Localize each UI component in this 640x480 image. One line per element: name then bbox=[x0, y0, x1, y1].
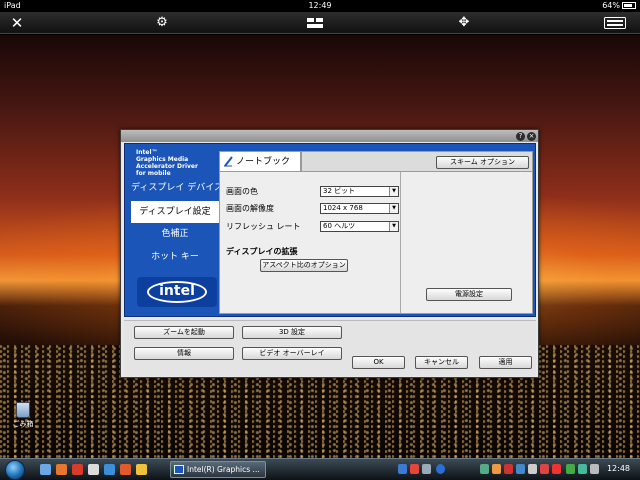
brand-line: Accelerator Driver bbox=[136, 163, 198, 170]
display-icon[interactable] bbox=[306, 15, 324, 31]
dialog-title-bar[interactable]: ? × bbox=[121, 130, 538, 142]
help-icon[interactable]: ? bbox=[516, 132, 525, 141]
intel-graphics-dialog: ? × Intel™ Graphics Media Accelerator Dr… bbox=[120, 129, 539, 378]
start-button[interactable] bbox=[5, 460, 25, 480]
tab-label: ノートブック bbox=[236, 157, 291, 167]
move-icon[interactable]: ✥ bbox=[456, 15, 472, 31]
ok-button[interactable]: OK bbox=[352, 356, 405, 369]
cancel-button[interactable]: キャンセル bbox=[415, 356, 468, 369]
color-label: 画面の色 bbox=[226, 187, 258, 196]
tray-icon[interactable] bbox=[528, 464, 537, 474]
nav-hotkeys[interactable]: ホット キー bbox=[131, 246, 219, 268]
product-brand: Intel™ Graphics Media Accelerator Driver… bbox=[136, 149, 226, 177]
intel-logo: intel bbox=[137, 277, 217, 307]
tray-icon[interactable] bbox=[422, 464, 431, 474]
close-icon[interactable]: × bbox=[527, 132, 536, 141]
status-time: 12:49 bbox=[308, 1, 332, 10]
intel-window-icon bbox=[174, 465, 184, 474]
recycle-bin[interactable]: ごみ箱 bbox=[10, 402, 36, 429]
color-depth-value: 32 ビット bbox=[323, 187, 356, 195]
power-settings-button[interactable]: 電源設定 bbox=[426, 288, 512, 301]
firefox-icon[interactable] bbox=[56, 464, 67, 475]
app-icon[interactable] bbox=[72, 464, 83, 475]
scheme-options-button[interactable]: スキーム オプション bbox=[436, 156, 529, 169]
brand-line: Intel™ bbox=[136, 149, 158, 156]
app-icon[interactable] bbox=[88, 464, 99, 475]
tray-icon[interactable] bbox=[504, 464, 513, 474]
battery-icon bbox=[622, 2, 636, 9]
settings-icon[interactable]: ⚙ bbox=[154, 15, 170, 31]
resolution-value: 1024 x 768 bbox=[323, 204, 363, 212]
notebook-icon bbox=[224, 156, 233, 167]
color-depth-select[interactable]: 32 ビット ▼ bbox=[320, 186, 399, 197]
tray-icon[interactable] bbox=[492, 464, 501, 474]
refresh-label: リフレッシュ レート bbox=[226, 222, 301, 231]
help-tray-icon[interactable] bbox=[436, 464, 445, 474]
nav-color-correction[interactable]: 色補正 bbox=[131, 223, 219, 245]
taskbar: Intel(R) Graphics ... 12:48 bbox=[0, 458, 640, 480]
tray-icon[interactable] bbox=[410, 464, 419, 474]
recycle-bin-label: ごみ箱 bbox=[12, 420, 34, 428]
keyboard-icon[interactable] bbox=[604, 15, 626, 31]
volume-icon[interactable] bbox=[590, 464, 599, 474]
show-desktop-icon[interactable] bbox=[40, 464, 51, 475]
apply-button[interactable]: 適用 bbox=[479, 356, 532, 369]
tray-icon[interactable] bbox=[516, 464, 525, 474]
dropdown-arrow-icon: ▼ bbox=[389, 222, 398, 231]
battery-indicator: 64% bbox=[602, 1, 636, 10]
tray-icon[interactable] bbox=[480, 464, 489, 474]
battery-percent: 64% bbox=[602, 1, 620, 10]
refresh-rate-select[interactable]: 60 ヘルツ ▼ bbox=[320, 221, 399, 232]
tray-icon[interactable] bbox=[552, 464, 561, 474]
3d-settings-button[interactable]: 3D 設定 bbox=[242, 326, 342, 339]
settings-content: 画面の色 32 ビット ▼ 画面の解像度 1024 x 768 ▼ リフレッシュ… bbox=[219, 171, 533, 314]
app-icon[interactable] bbox=[120, 464, 131, 475]
bottom-panel: ズームを起動 3D 設定 情報 ビデオ オーバーレイ OK キャンセル 適用 bbox=[124, 320, 536, 376]
display-settings-group: 画面の色 32 ビット ▼ 画面の解像度 1024 x 768 ▼ リフレッシュ… bbox=[220, 172, 401, 313]
aspect-ratio-button[interactable]: アスペクト比のオプション bbox=[260, 259, 348, 272]
refresh-rate-value: 60 ヘルツ bbox=[323, 222, 356, 230]
tab-strip: スキーム オプション bbox=[301, 151, 533, 172]
brand-line: Graphics Media bbox=[136, 156, 189, 163]
brand-line: for mobile bbox=[136, 170, 171, 177]
main-panel: Intel™ Graphics Media Accelerator Driver… bbox=[124, 143, 536, 317]
recycle-bin-icon bbox=[16, 402, 30, 418]
network-icon[interactable] bbox=[578, 464, 587, 474]
resolution-label: 画面の解像度 bbox=[226, 204, 274, 213]
app-icon[interactable] bbox=[104, 464, 115, 475]
resolution-select[interactable]: 1024 x 768 ▼ bbox=[320, 203, 399, 214]
dropdown-arrow-icon: ▼ bbox=[389, 204, 398, 213]
dropdown-arrow-icon: ▼ bbox=[389, 187, 398, 196]
info-button[interactable]: 情報 bbox=[134, 347, 234, 360]
zoom-button[interactable]: ズームを起動 bbox=[134, 326, 234, 339]
taskbar-clock: 12:48 bbox=[606, 464, 630, 473]
tray-icon[interactable] bbox=[566, 464, 575, 474]
display-extension-title: ディスプレイの拡張 bbox=[226, 247, 298, 256]
remote-toolbar: ✕ ⚙ ✥ bbox=[0, 12, 640, 34]
nav-display-device[interactable]: ディスプレイ デバイス bbox=[131, 177, 223, 199]
close-icon[interactable]: ✕ bbox=[8, 15, 26, 31]
app-icon[interactable] bbox=[136, 464, 147, 475]
tray-icon[interactable] bbox=[540, 464, 549, 474]
video-overlay-button[interactable]: ビデオ オーバーレイ bbox=[242, 347, 342, 360]
tab-notebook[interactable]: ノートブック bbox=[219, 151, 301, 172]
taskbar-intel-button[interactable]: Intel(R) Graphics ... bbox=[170, 461, 266, 478]
nav-display-settings[interactable]: ディスプレイ設定 bbox=[131, 201, 219, 223]
ipad-status-bar: iPad 12:49 64% bbox=[0, 0, 640, 12]
logo-text: intel bbox=[159, 283, 195, 299]
taskbar-task-label: Intel(R) Graphics ... bbox=[187, 465, 260, 474]
tray-icon[interactable] bbox=[398, 464, 407, 474]
